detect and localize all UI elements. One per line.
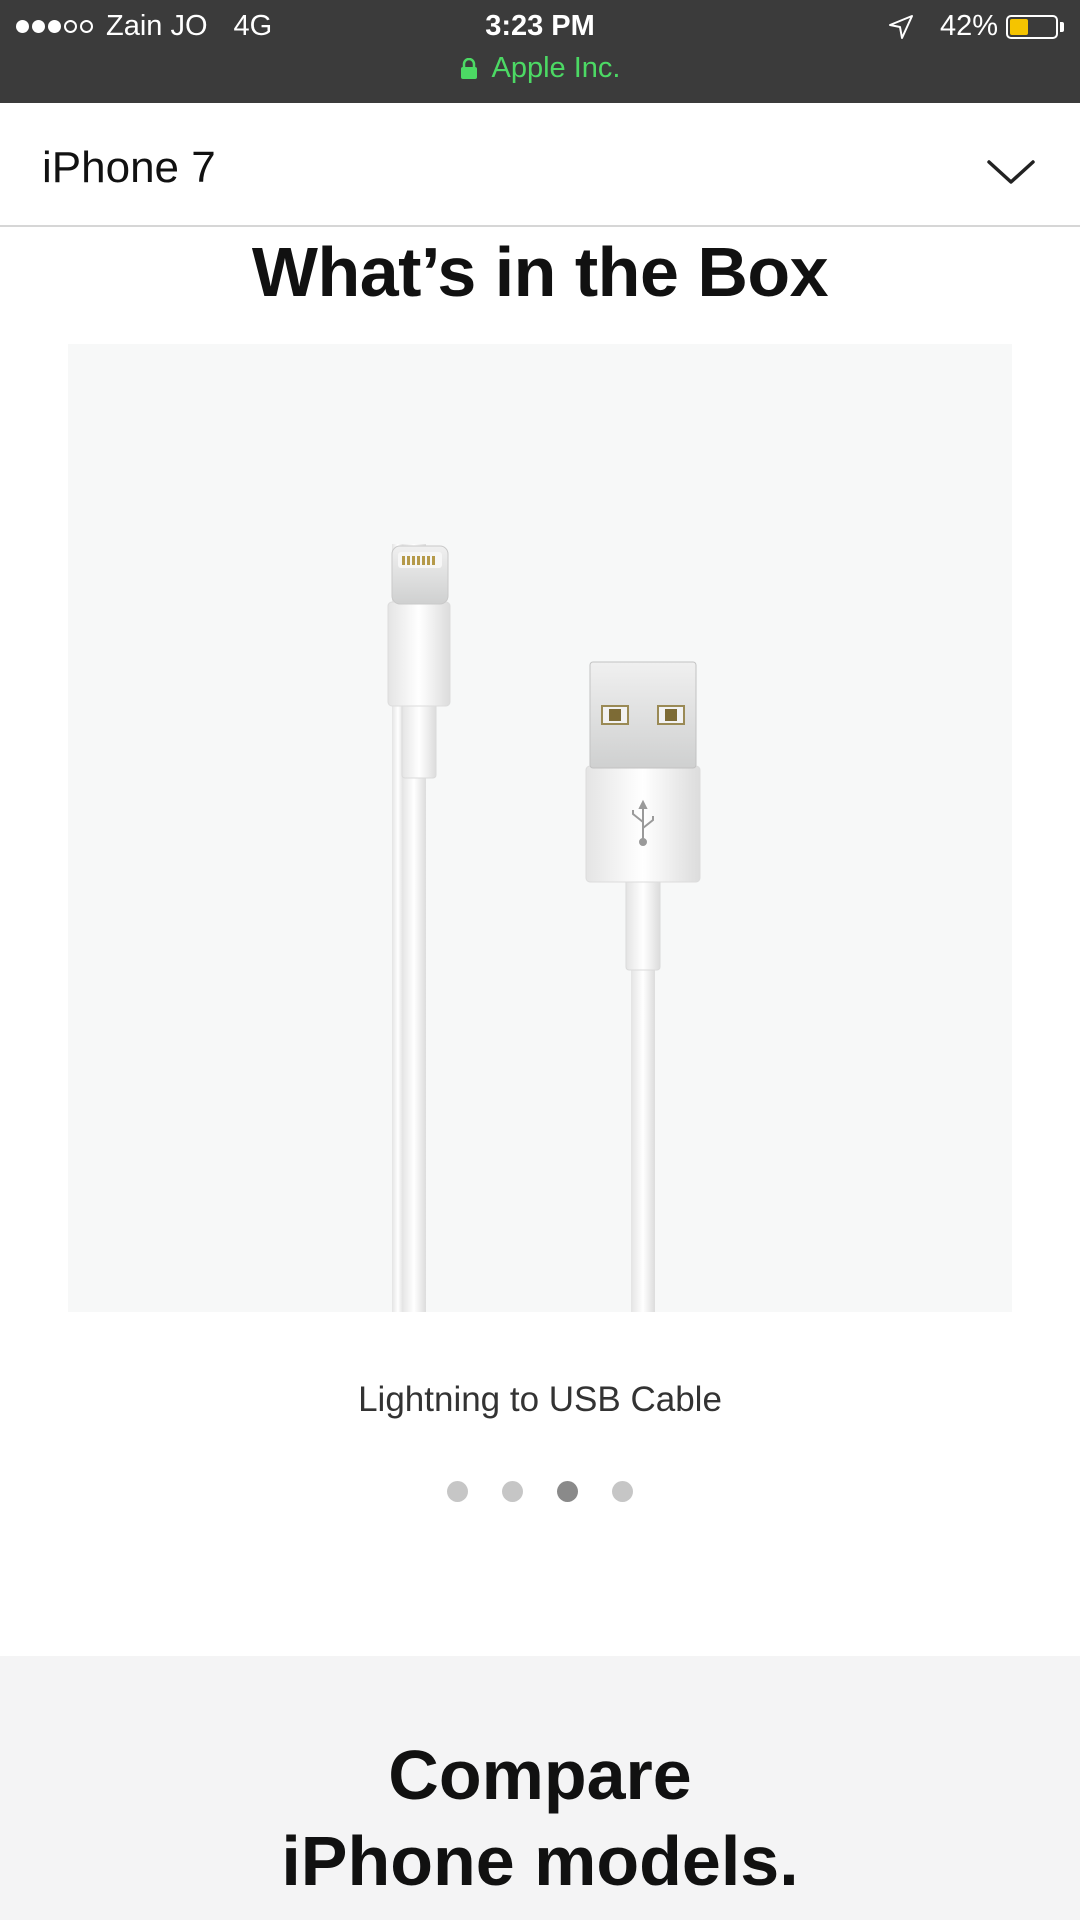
product-caption: Lightning to USB Cable xyxy=(358,1380,722,1419)
url-bar[interactable]: Apple Inc. xyxy=(0,52,1080,85)
compare-title[interactable]: Compare iPhone models. xyxy=(0,1732,1080,1904)
chevron-down-icon[interactable] xyxy=(986,158,1036,186)
status-bar: Zain JO 4G 3:23 PM 42% Apple Inc. xyxy=(0,0,1080,103)
battery-cap xyxy=(1060,21,1064,32)
usb-connector xyxy=(585,661,701,1312)
nav-title[interactable]: iPhone 7 xyxy=(42,143,216,193)
pagination-dot[interactable] xyxy=(557,1481,578,1502)
lightning-usb-cable-illustration xyxy=(387,544,701,1312)
product-image xyxy=(68,344,1012,1312)
battery-fill xyxy=(1010,18,1029,35)
url-label[interactable]: Apple Inc. xyxy=(492,52,621,85)
battery-percent: 42% xyxy=(939,10,998,42)
battery-icon xyxy=(1006,14,1058,39)
pagination-dot[interactable] xyxy=(612,1481,633,1502)
status-right: 42% xyxy=(888,10,1064,43)
section-title: What’s in the Box xyxy=(251,233,829,311)
location-arrow-icon xyxy=(888,14,913,39)
lock-icon xyxy=(460,57,477,79)
product-nav: iPhone 7 xyxy=(0,103,1080,227)
lightning-connector xyxy=(387,544,451,1312)
compare-section: Compare iPhone models. xyxy=(0,1656,1080,1920)
pagination-dot[interactable] xyxy=(447,1481,468,1502)
compare-title-line1: Compare xyxy=(388,1736,692,1814)
pagination-dot[interactable] xyxy=(502,1481,523,1502)
compare-title-line2: iPhone models. xyxy=(281,1822,799,1900)
carousel-pagination xyxy=(0,1481,1080,1502)
